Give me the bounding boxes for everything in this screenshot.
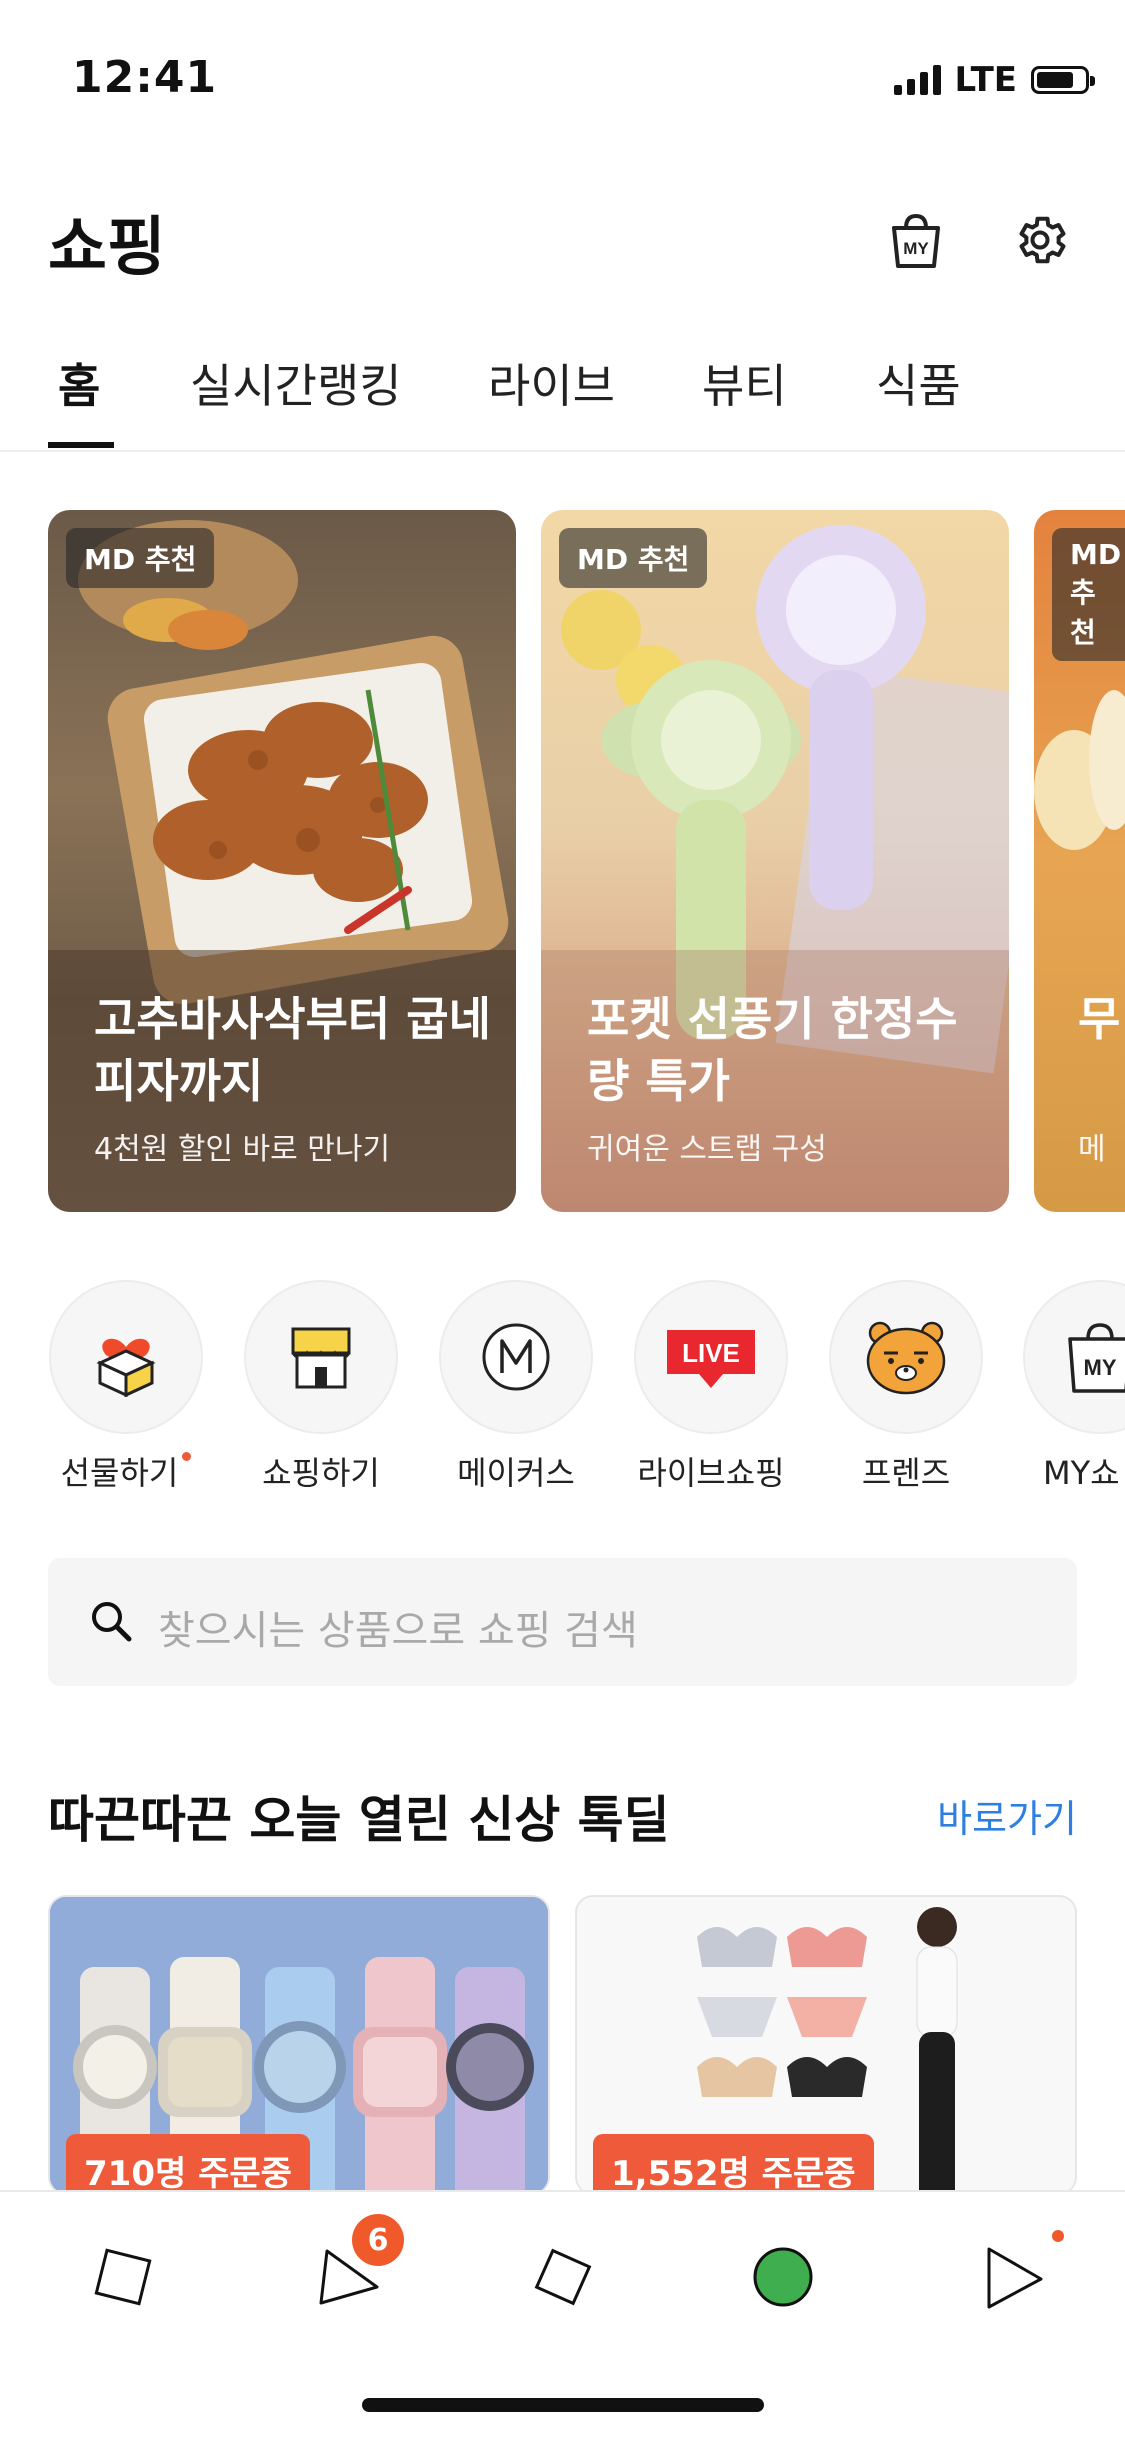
battery-icon <box>1031 66 1095 94</box>
promo-card-partial[interactable]: MD 추천 무 메 <box>1034 510 1125 1212</box>
category-shopping[interactable]: 쇼핑하기 <box>243 1280 399 1494</box>
tab-realtime-ranking[interactable]: 실시간랭킹 <box>190 350 402 416</box>
makers-icon <box>439 1280 593 1434</box>
product-card-watch[interactable]: 710명 주문중 <box>48 1895 550 2195</box>
card-badge: MD 추천 <box>66 528 215 588</box>
tab-live[interactable]: 라이브 <box>488 350 615 416</box>
card-title: 고추바사삭부터 굽네피자까지 <box>94 992 491 1108</box>
category-label: 선물하기 <box>60 1454 179 1492</box>
category-label: 라이브쇼핑 <box>637 1454 785 1492</box>
category-gift[interactable]: 선물하기 <box>48 1280 204 1494</box>
search-input[interactable]: 찾으시는 상품으로 쇼핑 검색 <box>158 1598 638 1656</box>
nav-play-icon[interactable] <box>966 2232 1056 2322</box>
new-dot-indicator <box>182 1452 192 1461</box>
category-label: 프렌즈 <box>861 1454 951 1492</box>
nav-circle-icon[interactable] <box>738 2232 828 2322</box>
status-indicators: LTE <box>893 60 1095 100</box>
active-tab-indicator <box>48 442 114 448</box>
card-badge: MD 추천 <box>559 528 708 588</box>
my-shopping-bag-icon[interactable]: MY <box>884 208 948 272</box>
card-subtitle: 귀여운 스트랩 구성 <box>587 1132 827 1167</box>
order-count-badge: 710명 주문중 <box>66 2134 310 2193</box>
card-subtitle: 메 <box>1078 1132 1106 1167</box>
signal-icon <box>893 65 941 95</box>
search-icon <box>88 1598 134 1648</box>
new-dot-indicator <box>1052 2230 1064 2242</box>
live-icon-text: LIVE <box>682 1338 740 1368</box>
card-badge: MD 추천 <box>1052 528 1125 661</box>
my-bag-text: MY <box>1084 1355 1117 1380</box>
nav-diamond-icon[interactable] <box>518 2232 608 2322</box>
gift-icon <box>49 1280 203 1434</box>
see-all-link[interactable]: 바로가기 <box>937 1788 1077 1843</box>
category-label: 메이커스 <box>457 1454 575 1492</box>
tab-food[interactable]: 식품 <box>876 350 961 416</box>
friends-icon <box>829 1280 983 1434</box>
my-icon-text: MY <box>903 239 929 258</box>
tab-bar: 홈 실시간랭킹 라이브 뷰티 식품 <box>0 340 1125 452</box>
store-icon <box>244 1280 398 1434</box>
category-label: MY쇼 <box>1043 1454 1120 1492</box>
promo-card-chicken[interactable]: MD 추천 고추바사삭부터 굽네피자까지 4천원 할인 바로 만나기 <box>48 510 516 1212</box>
category-friends[interactable]: 프렌즈 <box>828 1280 984 1494</box>
tab-beauty[interactable]: 뷰티 <box>702 350 787 416</box>
category-makers[interactable]: 메이커스 <box>438 1280 594 1494</box>
category-live-shopping[interactable]: LIVE 라이브쇼핑 <box>633 1280 789 1494</box>
nav-square-icon[interactable] <box>78 2232 168 2322</box>
my-bag-icon: MY <box>1023 1280 1125 1434</box>
promo-card-fan[interactable]: MD 추천 포켓 선풍기 한정수량 특가 귀여운 스트랩 구성 <box>541 510 1009 1212</box>
home-indicator[interactable] <box>362 2398 764 2412</box>
card-title: 무 <box>1078 992 1121 1046</box>
live-icon: LIVE <box>634 1280 788 1434</box>
network-label: LTE <box>954 60 1017 100</box>
settings-gear-icon[interactable] <box>1008 208 1072 272</box>
category-my-shopping[interactable]: MY MY쇼 <box>1023 1280 1125 1494</box>
product-card-lingerie[interactable]: 1,552명 주문중 <box>575 1895 1077 2195</box>
page-title: 쇼핑 <box>48 211 166 285</box>
tab-home[interactable]: 홈 <box>58 350 100 416</box>
notification-badge: 6 <box>352 2214 404 2266</box>
section-title: 따끈따끈 오늘 열린 신상 톡딜 <box>48 1791 670 1849</box>
status-time: 12:41 <box>72 52 218 103</box>
order-count-badge: 1,552명 주문중 <box>593 2134 874 2193</box>
card-subtitle: 4천원 할인 바로 만나기 <box>94 1132 391 1167</box>
search-bar[interactable]: 찾으시는 상품으로 쇼핑 검색 <box>48 1558 1077 1686</box>
card-title: 포켓 선풍기 한정수량 특가 <box>587 992 958 1108</box>
category-label: 쇼핑하기 <box>262 1454 380 1492</box>
